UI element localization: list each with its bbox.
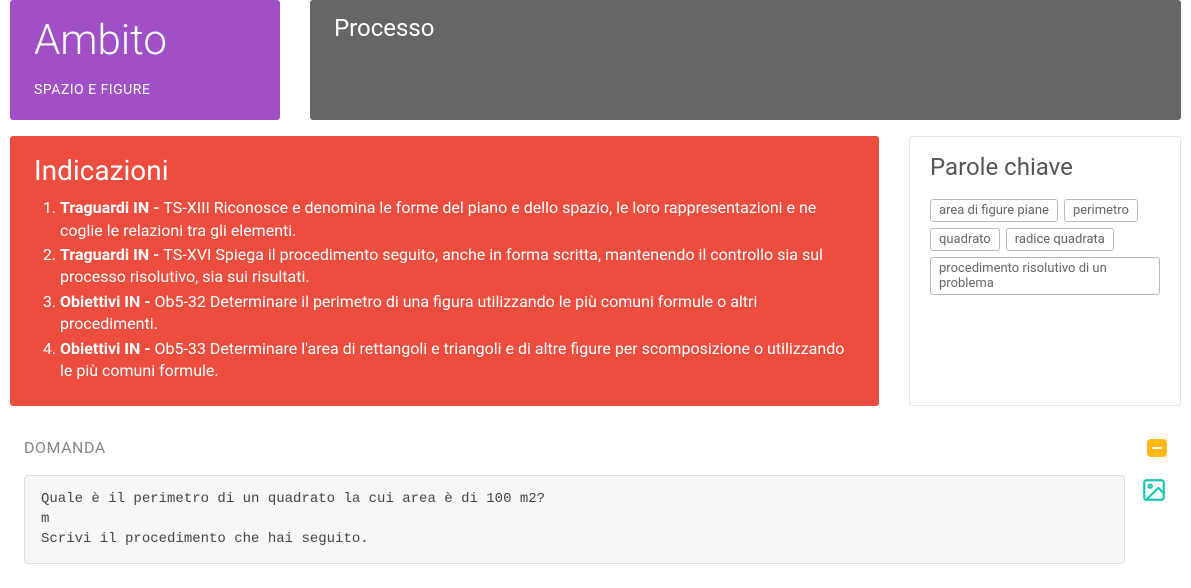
domanda-body: Quale è il perimetro di un quadrato la c… bbox=[24, 475, 1167, 564]
item-prefix: Traguardi IN - bbox=[60, 245, 163, 264]
item-prefix: Obiettivi IN - bbox=[60, 339, 155, 358]
list-item: Obiettivi IN - Ob5-33 Determinare l'area… bbox=[60, 338, 855, 383]
processo-panel: Processo bbox=[310, 0, 1181, 120]
ambito-panel: Ambito SPAZIO E FIGURE bbox=[10, 0, 280, 120]
list-item: Obiettivi IN - Ob5-32 Determinare il per… bbox=[60, 291, 855, 336]
processo-title: Processo bbox=[334, 14, 1157, 42]
collapse-button[interactable] bbox=[1147, 439, 1167, 457]
item-text: TS-XIII Riconosce e denomina le forme de… bbox=[60, 198, 816, 239]
item-prefix: Obiettivi IN - bbox=[60, 292, 155, 311]
domanda-header: DOMANDA bbox=[24, 438, 1167, 457]
item-prefix: Traguardi IN - bbox=[60, 198, 163, 217]
parole-chiave-panel: Parole chiave area di figure piane perim… bbox=[909, 136, 1181, 406]
item-text: Ob5-33 Determinare l'area di rettangoli … bbox=[60, 339, 844, 380]
parole-chiave-title: Parole chiave bbox=[930, 153, 1160, 181]
domanda-section: DOMANDA Quale è il perimetro di un quadr… bbox=[10, 422, 1181, 588]
keyword-tag[interactable]: quadrato bbox=[930, 228, 1000, 251]
keyword-tag[interactable]: procedimento risolutivo di un problema bbox=[930, 257, 1160, 295]
image-icon[interactable] bbox=[1141, 477, 1167, 503]
item-text: Ob5-32 Determinare il perimetro di una f… bbox=[60, 292, 757, 333]
ambito-title: Ambito bbox=[34, 18, 256, 64]
list-item: Traguardi IN - TS-XIII Riconosce e denom… bbox=[60, 197, 855, 242]
item-text: TS-XVI Spiega il procedimento seguito, a… bbox=[60, 245, 823, 286]
ambito-subtitle: SPAZIO E FIGURE bbox=[34, 82, 256, 98]
minus-icon bbox=[1152, 447, 1162, 449]
keyword-tag[interactable]: perimetro bbox=[1064, 199, 1138, 222]
list-item: Traguardi IN - TS-XVI Spiega il procedim… bbox=[60, 244, 855, 289]
indicazioni-panel: Indicazioni Traguardi IN - TS-XIII Ricon… bbox=[10, 136, 879, 406]
tags-container: area di figure piane perimetro quadrato … bbox=[930, 199, 1160, 295]
keyword-tag[interactable]: radice quadrata bbox=[1006, 228, 1114, 251]
indicazioni-title: Indicazioni bbox=[34, 154, 855, 187]
question-text: Quale è il perimetro di un quadrato la c… bbox=[24, 475, 1125, 564]
indicazioni-list: Traguardi IN - TS-XIII Riconosce e denom… bbox=[34, 197, 855, 382]
keyword-tag[interactable]: area di figure piane bbox=[930, 199, 1058, 222]
domanda-title: DOMANDA bbox=[24, 438, 106, 457]
